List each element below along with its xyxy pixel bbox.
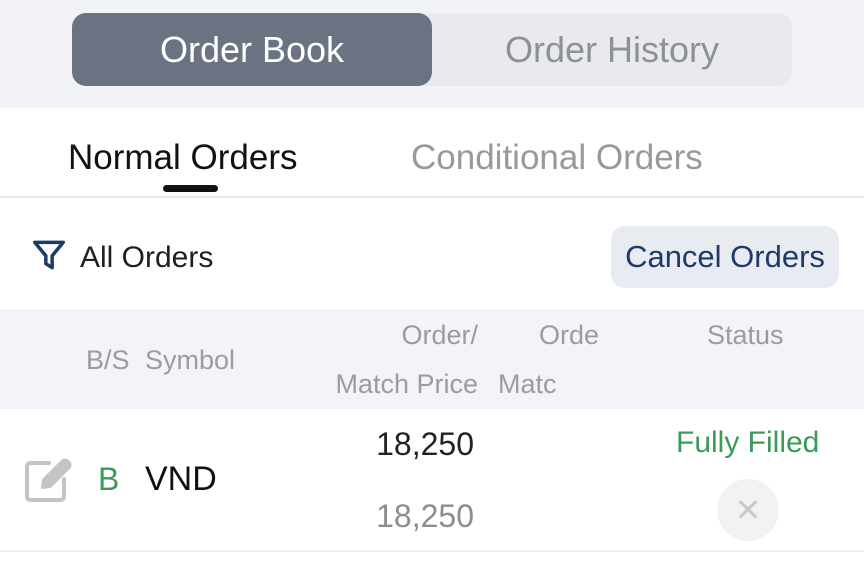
order-type-tabs: Normal Orders Conditional Orders — [0, 108, 864, 198]
header-symbol: Symbol — [145, 345, 236, 375]
header-order-qty: Orde — [539, 320, 600, 350]
tab-order-history[interactable]: Order History — [432, 13, 792, 86]
status-badge: Fully Filled — [676, 426, 820, 459]
cancel-orders-button[interactable]: Cancel Orders — [611, 226, 839, 288]
header-match-price: Match Price — [335, 369, 478, 399]
header-status: Status — [707, 320, 784, 350]
tab-order-book[interactable]: Order Book — [72, 13, 432, 86]
order-filter[interactable]: All Orders — [30, 236, 213, 279]
order-price: 18,250 — [376, 426, 474, 462]
order-view-switch: Order Book Order History — [72, 13, 792, 86]
filter-label: All Orders — [80, 240, 214, 274]
header-bs: B/S — [86, 345, 130, 375]
top-tab-bar: Order Book Order History — [0, 0, 864, 108]
filter-row: All Orders Cancel Orders — [0, 198, 864, 308]
tab-conditional-orders[interactable]: Conditional Orders — [411, 138, 703, 178]
close-icon: ✕ — [717, 479, 779, 541]
table-header: B/S Symbol Order/ Match Price Orde Matc … — [0, 309, 864, 409]
match-price: 18,250 — [376, 498, 474, 534]
order-symbol: VND — [145, 460, 217, 498]
edit-icon[interactable] — [22, 453, 74, 505]
active-tab-indicator — [163, 185, 218, 192]
tab-normal-orders[interactable]: Normal Orders — [68, 138, 297, 178]
table-row[interactable]: B VND 18,250 18,250 Fully Filled ✕ — [0, 409, 864, 552]
filter-icon — [30, 236, 68, 279]
header-match-qty: Matc — [498, 369, 557, 399]
order-side: B — [98, 461, 120, 497]
header-order-price: Order/ — [401, 320, 478, 350]
